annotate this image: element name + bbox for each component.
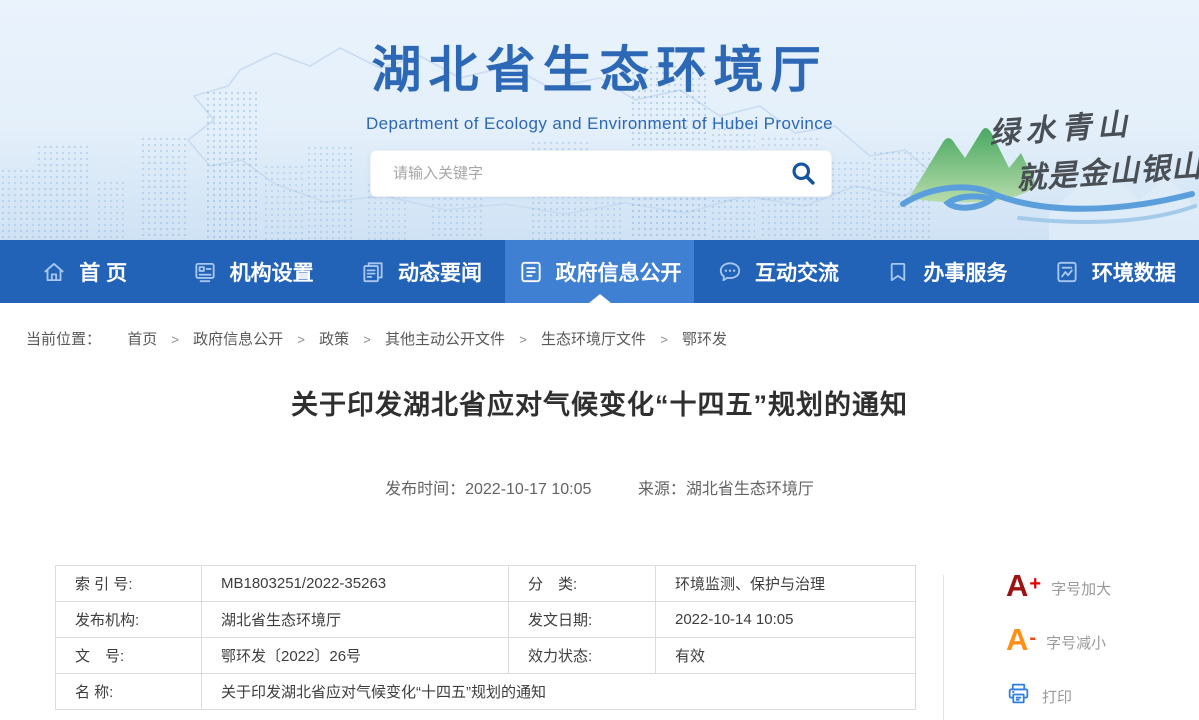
table-row: 名 称: 关于印发湖北省应对气候变化“十四五”规划的通知 — [56, 674, 916, 710]
main-content: 当前位置： 首页 > 政府信息公开 > 政策 > 其他主动公开文件 > 生态环境… — [0, 303, 1199, 720]
brand-block: 湖北省生态环境厅 Department of Ecology and Envir… — [0, 0, 1199, 134]
nav-item-news[interactable]: 动态要闻 — [337, 240, 505, 303]
chat-icon — [717, 259, 743, 285]
publish-time-label: 发布时间： — [385, 481, 465, 498]
nav-item-services[interactable]: 办事服务 — [862, 240, 1030, 303]
nav-item-organization[interactable]: 机构设置 — [168, 240, 336, 303]
search-icon — [790, 160, 817, 187]
main-nav: 首 页 机构设置 动态要闻 政府信息公开 互动交流 办事服务 环境数据 — [0, 240, 1199, 303]
font-decrease-icon: A- — [1006, 624, 1035, 655]
date-value: 2022-10-14 10:05 — [656, 602, 916, 638]
breadcrumb-item-other-docs[interactable]: 其他主动公开文件 — [385, 331, 505, 348]
publish-time: 2022-10-17 10:05 — [465, 481, 591, 498]
wave-swirl — [903, 187, 1192, 208]
breadcrumb: 当前位置： 首页 > 政府信息公开 > 政策 > 其他主动公开文件 > 生态环境… — [0, 303, 1199, 349]
faint-mountains — [1049, 164, 1199, 240]
date-label: 发文日期: — [509, 602, 656, 638]
site-header: 湖北省生态环境厅 Department of Ecology and Envir… — [0, 0, 1199, 240]
docnum-value: 鄂环发〔2022〕26号 — [202, 638, 509, 674]
org-icon — [192, 259, 218, 285]
source-label: 来源： — [638, 481, 686, 498]
document-meta-table: 索 引 号: MB1803251/2022-35263 分 类: 环境监测、保护… — [55, 565, 916, 710]
green-mountain — [909, 128, 1037, 203]
status-value: 有效 — [656, 638, 916, 674]
search-input[interactable] — [393, 165, 790, 182]
nav-item-interaction[interactable]: 互动交流 — [694, 240, 862, 303]
slogan-line2: 就是金山银山 — [1015, 149, 1199, 196]
font-decrease-button[interactable]: A- 字号减小 — [1006, 624, 1106, 655]
breadcrumb-label: 当前位置： — [26, 331, 101, 348]
doc-list-icon — [518, 259, 544, 285]
font-decrease-label: 字号减小 — [1046, 632, 1106, 653]
docnum-label: 文 号: — [56, 638, 202, 674]
article-title: 关于印发湖北省应对气候变化“十四五”规划的通知 — [0, 385, 1199, 425]
print-button[interactable]: 打印 — [1006, 678, 1072, 707]
nav-item-gov-info[interactable]: 政府信息公开 — [505, 240, 694, 303]
font-increase-button[interactable]: A+ 字号加大 — [1006, 570, 1111, 601]
printer-icon — [1006, 681, 1031, 706]
font-increase-label: 字号加大 — [1051, 578, 1111, 599]
site-subtitle: Department of Ecology and Environment of… — [0, 114, 1199, 134]
nav-item-env-data[interactable]: 环境数据 — [1031, 240, 1199, 303]
index-label: 索 引 号: — [56, 566, 202, 602]
publish-info: 发布时间：2022-10-17 10:05 来源：湖北省生态环境厅 — [0, 475, 1199, 499]
print-label: 打印 — [1042, 686, 1072, 707]
home-icon — [41, 259, 67, 285]
breadcrumb-item-gov-info[interactable]: 政府信息公开 — [193, 331, 283, 348]
wave-echo — [1019, 206, 1195, 222]
tools-divider — [943, 575, 944, 720]
breadcrumb-item-ehuanfa[interactable]: 鄂环发 — [682, 331, 727, 348]
status-label: 效力状态: — [509, 638, 656, 674]
site-title: 湖北省生态环境厅 — [0, 30, 1199, 102]
search-box — [370, 150, 832, 197]
breadcrumb-item-home[interactable]: 首页 — [127, 331, 157, 348]
data-chart-icon — [1054, 259, 1080, 285]
agency-value: 湖北省生态环境厅 — [202, 602, 509, 638]
news-icon — [360, 259, 386, 285]
table-row: 索 引 号: MB1803251/2022-35263 分 类: 环境监测、保护… — [56, 566, 916, 602]
table-row: 发布机构: 湖北省生态环境厅 发文日期: 2022-10-14 10:05 — [56, 602, 916, 638]
name-value: 关于印发湖北省应对气候变化“十四五”规划的通知 — [202, 674, 916, 710]
nav-item-home[interactable]: 首 页 — [0, 240, 168, 303]
search-button[interactable] — [790, 160, 817, 187]
source-value: 湖北省生态环境厅 — [686, 481, 814, 498]
font-increase-icon: A+ — [1006, 570, 1040, 601]
breadcrumb-item-policy[interactable]: 政策 — [319, 331, 349, 348]
category-label: 分 类: — [509, 566, 656, 602]
name-label: 名 称: — [56, 674, 202, 710]
bookmark-icon — [885, 259, 911, 285]
index-value: MB1803251/2022-35263 — [202, 566, 509, 602]
category-value: 环境监测、保护与治理 — [656, 566, 916, 602]
breadcrumb-item-dept-docs[interactable]: 生态环境厅文件 — [541, 331, 646, 348]
table-row: 文 号: 鄂环发〔2022〕26号 效力状态: 有效 — [56, 638, 916, 674]
agency-label: 发布机构: — [56, 602, 202, 638]
